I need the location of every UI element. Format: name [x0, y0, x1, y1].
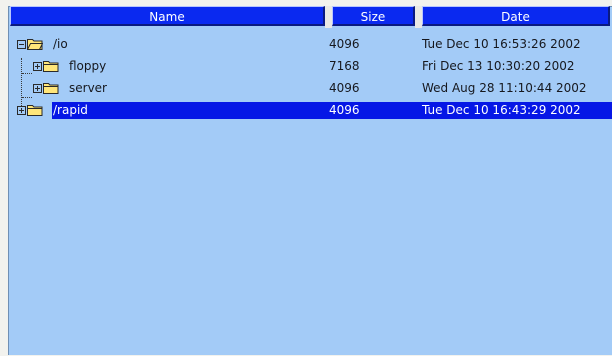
file-name: server	[69, 81, 107, 95]
table-row[interactable]: server 4096 Wed Aug 28 11:10:44 2002	[15, 79, 612, 98]
size-column-header[interactable]: Size	[332, 6, 415, 26]
folder-icon	[43, 60, 59, 72]
column-resize-handle[interactable]	[325, 6, 332, 28]
expand-icon[interactable]	[33, 84, 42, 93]
file-size: 4096	[329, 37, 360, 51]
expand-icon[interactable]	[17, 106, 26, 115]
file-size: 4096	[329, 81, 360, 95]
name-header-label: Name	[149, 10, 185, 24]
file-name: floppy	[69, 59, 107, 73]
folder-icon	[27, 104, 43, 116]
file-size: 4096	[329, 103, 360, 117]
file-date: Wed Aug 28 11:10:44 2002	[422, 81, 587, 95]
table-row[interactable]: /io 4096 Tue Dec 10 16:53:26 2002	[15, 35, 612, 54]
column-resize-handle[interactable]	[415, 6, 422, 28]
folder-icon	[43, 82, 59, 94]
expand-icon[interactable]	[33, 62, 42, 71]
file-name: /rapid	[53, 103, 88, 117]
column-header: Name Size Date	[7, 6, 610, 28]
table-row[interactable]: /rapid 4096 Tue Dec 10 16:43:29 2002	[15, 101, 612, 120]
name-column-header[interactable]: Name	[10, 6, 325, 26]
file-date: Tue Dec 10 16:53:26 2002	[422, 37, 581, 51]
file-size: 7168	[329, 59, 360, 73]
date-column-header[interactable]: Date	[422, 6, 610, 26]
table-row[interactable]: floppy 7168 Fri Dec 13 10:30:20 2002	[15, 57, 612, 76]
file-date: Tue Dec 10 16:43:29 2002	[422, 103, 581, 117]
date-header-label: Date	[501, 10, 530, 24]
file-name: /io	[53, 37, 68, 51]
file-date: Fri Dec 13 10:30:20 2002	[422, 59, 575, 73]
size-header-label: Size	[360, 10, 386, 24]
collapse-icon[interactable]	[17, 40, 26, 49]
open-folder-icon	[26, 38, 44, 50]
